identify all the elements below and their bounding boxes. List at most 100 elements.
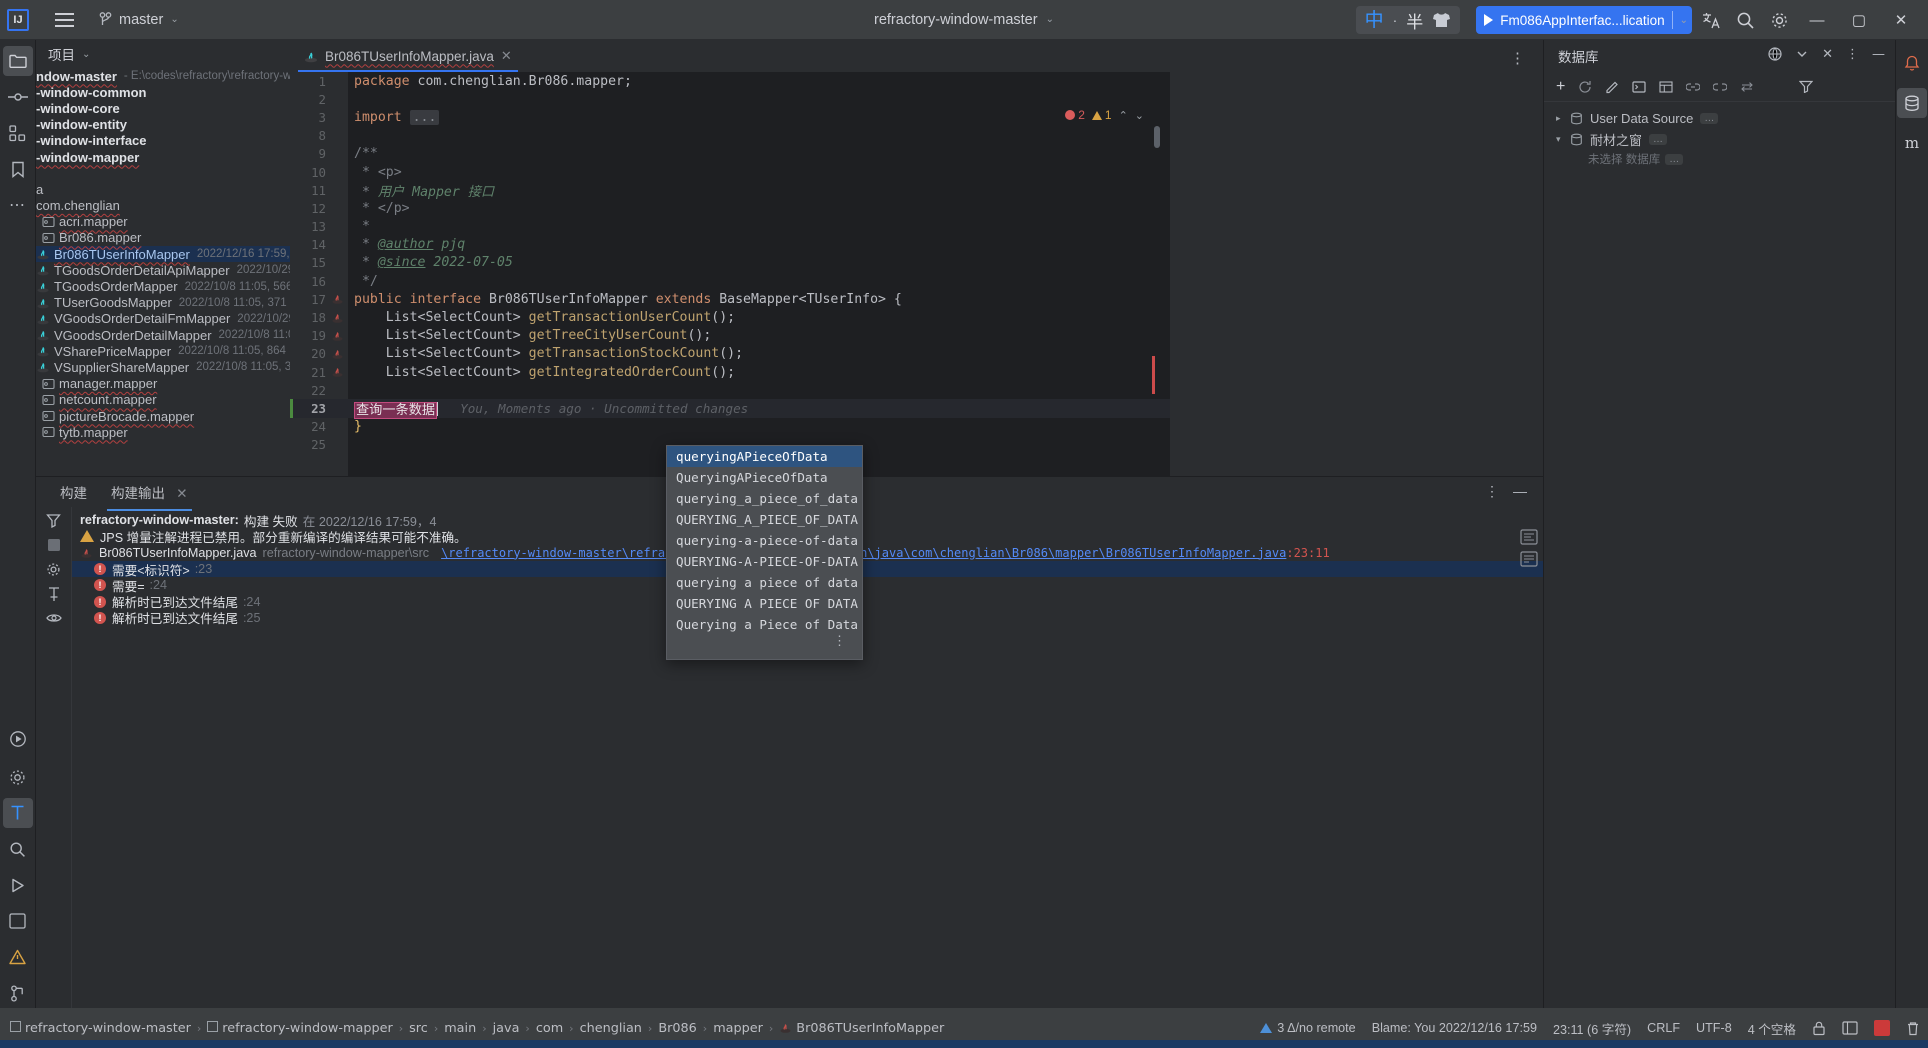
tree-item[interactable]: TGoodsOrderDetailApiMapper 2022/10/29 8:3 bbox=[36, 262, 290, 278]
tree-item[interactable]: tytb.mapper bbox=[36, 424, 290, 440]
refresh-icon[interactable] bbox=[1578, 80, 1592, 94]
tree-item[interactable]: ndow-master - E:\codes\refractory\refract… bbox=[36, 68, 290, 84]
lock-icon[interactable] bbox=[1812, 1021, 1826, 1036]
autocomplete-item[interactable]: QueryingAPieceOfData bbox=[667, 467, 862, 488]
minimize-icon[interactable]: — bbox=[1513, 483, 1527, 500]
code-line[interactable]: 21 List<SelectCount> getIntegratedOrderC… bbox=[290, 363, 1170, 381]
gutter-marker[interactable] bbox=[326, 312, 348, 324]
project-panel-header[interactable]: 项目 ⌄ bbox=[36, 40, 290, 68]
unlink-icon[interactable] bbox=[1713, 81, 1728, 93]
prev-problem-icon[interactable]: ⌃ bbox=[1119, 109, 1128, 122]
console-icon[interactable] bbox=[1632, 80, 1646, 93]
eye-icon[interactable] bbox=[45, 612, 62, 624]
tree-item[interactable]: com.chenglian bbox=[36, 198, 290, 214]
autocomplete-item[interactable]: queryingAPieceOfData bbox=[667, 446, 862, 467]
code-line[interactable]: 20 List<SelectCount> getTransactionStock… bbox=[290, 345, 1170, 363]
sidebar-item-debug[interactable] bbox=[3, 870, 33, 900]
minimize-button[interactable]: — bbox=[1798, 0, 1836, 40]
tree-item[interactable]: acri.mapper bbox=[36, 214, 290, 230]
vcs-status[interactable]: 3 Δ/no remote bbox=[1260, 1021, 1356, 1035]
code-line[interactable]: 22 bbox=[290, 381, 1170, 399]
filter-icon[interactable] bbox=[1799, 80, 1814, 93]
caret-position[interactable]: 23:11 (6 字符) bbox=[1553, 1019, 1631, 1038]
autocomplete-item[interactable]: querying a piece of data bbox=[667, 572, 862, 593]
breadcrumb-item[interactable]: main bbox=[444, 1021, 476, 1036]
code-line[interactable]: 12 * </p> bbox=[290, 199, 1170, 217]
link-icon[interactable] bbox=[1686, 81, 1701, 93]
code-line[interactable]: 13 * bbox=[290, 218, 1170, 236]
maven-icon[interactable]: m bbox=[1897, 128, 1927, 158]
collapse-icon[interactable] bbox=[1795, 47, 1809, 62]
plus-icon[interactable]: + bbox=[1556, 78, 1565, 96]
breadcrumb-item[interactable]: Br086 bbox=[658, 1021, 696, 1036]
gear-icon[interactable] bbox=[46, 562, 61, 577]
tree-item[interactable]: VSharePriceMapper 2022/10/8 11:05, 864 B bbox=[36, 343, 290, 359]
tree-item[interactable]: TUserGoodsMapper 2022/10/8 11:05, 371 B bbox=[36, 295, 290, 311]
breadcrumb-item[interactable]: chenglian bbox=[580, 1021, 642, 1036]
gutter-marker[interactable] bbox=[326, 293, 348, 305]
tree-item[interactable]: TGoodsOrderMapper 2022/10/8 11:05, 566 B bbox=[36, 278, 290, 294]
file-encoding[interactable]: UTF-8 bbox=[1696, 1021, 1732, 1035]
stop-icon[interactable] bbox=[47, 538, 61, 552]
tree-item[interactable]: VSupplierShareMapper 2022/10/8 11:05, 381… bbox=[36, 359, 290, 375]
error-marker[interactable] bbox=[1152, 356, 1155, 394]
gear-icon[interactable] bbox=[1764, 5, 1794, 35]
settings-icon[interactable] bbox=[1520, 551, 1538, 567]
indent-setting[interactable]: 4 个空格 bbox=[1748, 1019, 1796, 1038]
db-tree-item[interactable]: ▸ User Data Source… bbox=[1544, 108, 1895, 129]
gutter-marker[interactable] bbox=[326, 348, 348, 360]
sidebar-item-find[interactable] bbox=[3, 834, 33, 864]
database-tree[interactable]: ▸ User Data Source… ▾ 耐材之窗… 未选择 数据库… bbox=[1544, 102, 1895, 168]
autocomplete-item[interactable]: querying-a-piece-of-data bbox=[667, 530, 862, 551]
database-icon[interactable] bbox=[1897, 88, 1927, 118]
code-line[interactable]: 15 * @since 2022-07-05 bbox=[290, 254, 1170, 272]
tree-item[interactable]: Br086.mapper bbox=[36, 230, 290, 246]
autocomplete-item[interactable]: Querying a Piece of Data bbox=[667, 614, 862, 635]
tab-build-output[interactable]: 构建输出 ✕ bbox=[101, 478, 198, 511]
more-vertical-icon[interactable]: ⋮ bbox=[1846, 47, 1859, 62]
breadcrumb-item[interactable]: src bbox=[409, 1021, 428, 1036]
tab-build[interactable]: 构建 bbox=[50, 478, 97, 506]
ime-status-widget[interactable]: 中 · 半 bbox=[1355, 6, 1461, 34]
code-line[interactable]: 24} bbox=[290, 418, 1170, 436]
sidebar-item-structure[interactable] bbox=[3, 118, 33, 148]
gutter-marker[interactable] bbox=[326, 366, 348, 378]
filter-icon[interactable] bbox=[46, 513, 61, 528]
tree-item[interactable]: -window-core bbox=[36, 100, 290, 116]
code-line[interactable]: 9 /** bbox=[290, 145, 1170, 163]
autocomplete-item[interactable]: querying_a_piece_of_data bbox=[667, 488, 862, 509]
sidebar-item-commit[interactable] bbox=[3, 82, 33, 112]
maximize-button[interactable]: ▢ bbox=[1840, 0, 1878, 40]
tree-item[interactable]: -window-interface bbox=[36, 133, 290, 149]
error-count-badge[interactable]: 2 bbox=[1065, 108, 1085, 122]
breadcrumb-item[interactable]: refractory-window-master bbox=[10, 1020, 191, 1036]
hamburger-icon[interactable] bbox=[51, 7, 77, 33]
code-line[interactable]: 10 * <p> bbox=[290, 163, 1170, 181]
sidebar-item-project[interactable] bbox=[2, 46, 33, 76]
translate-icon[interactable] bbox=[1696, 5, 1726, 35]
wrap-icon[interactable] bbox=[1520, 529, 1538, 545]
git-branch-selector[interactable]: master ⌄ bbox=[99, 12, 179, 28]
code-line[interactable]: 17 public interface Br086TUserInfoMapper … bbox=[290, 290, 1170, 308]
ime-punctuation-icon[interactable]: · bbox=[1393, 12, 1398, 28]
autocomplete-item[interactable]: QUERYING-A-PIECE-OF-DATA bbox=[667, 551, 862, 572]
tree-item[interactable]: VGoodsOrderDetailMapper 2022/10/8 11:05, … bbox=[36, 327, 290, 343]
line-separator[interactable]: CRLF bbox=[1647, 1021, 1680, 1035]
chevron-down-icon[interactable]: ⌄ bbox=[82, 49, 90, 60]
code-line[interactable]: 1 package com.chenglian.Br086.mapper; bbox=[290, 72, 1170, 90]
db-tree-item[interactable]: ▾ 耐材之窗… bbox=[1544, 129, 1895, 150]
code-line[interactable]: 23 查询一条数据 You, Moments ago · Uncommitted c… bbox=[290, 399, 1170, 419]
code-lines[interactable]: 1 package com.chenglian.Br086.mapper; 2 3 im… bbox=[290, 72, 1170, 454]
more-vertical-icon[interactable]: ⋮ bbox=[1485, 483, 1499, 500]
search-icon[interactable] bbox=[1730, 5, 1760, 35]
breadcrumb-item[interactable]: refractory-window-mapper bbox=[207, 1020, 393, 1036]
gutter-marker[interactable] bbox=[326, 330, 348, 342]
warning-count-badge[interactable]: 1 bbox=[1091, 108, 1112, 122]
sidebar-item-terminal[interactable] bbox=[3, 906, 33, 936]
pin-icon[interactable] bbox=[47, 587, 61, 602]
ime-halfwidth-icon[interactable]: 半 bbox=[1406, 8, 1423, 33]
autocomplete-popup[interactable]: queryingAPieceOfData QueryingAPieceOfData… bbox=[666, 445, 863, 660]
sidebar-item-services[interactable] bbox=[3, 762, 33, 792]
code-line[interactable]: 16 */ bbox=[290, 272, 1170, 290]
autocomplete-item[interactable]: QUERYING A PIECE OF DATA bbox=[667, 593, 862, 614]
